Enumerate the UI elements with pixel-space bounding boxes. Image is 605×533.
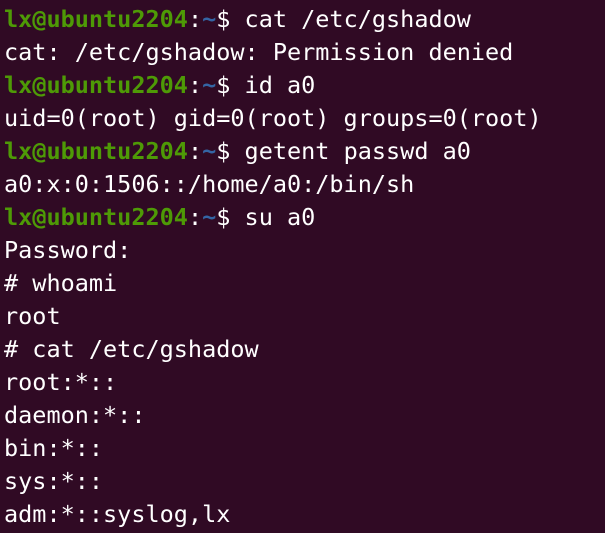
prompt-path: ~ [202, 5, 217, 33]
prompt-separator: : [187, 203, 203, 231]
prompt-line: lx@ubuntu2204:~$ cat /etc/gshadow [4, 3, 605, 36]
output-line: # cat /etc/gshadow [4, 335, 259, 363]
output-line: root [4, 302, 61, 330]
command-text: getent passwd a0 [244, 137, 471, 165]
command-text: su a0 [244, 203, 316, 231]
output-line: root:*:: [4, 368, 118, 396]
prompt-path: ~ [202, 71, 217, 99]
prompt-symbol: $ [216, 5, 245, 33]
prompt-symbol: $ [216, 71, 245, 99]
prompt-separator: : [187, 137, 203, 165]
prompt-user-host: lx@ubuntu2204 [4, 203, 188, 231]
prompt-line: lx@ubuntu2204:~$ id a0 [4, 69, 605, 102]
prompt-path: ~ [202, 203, 217, 231]
output-line: Password: [4, 236, 132, 264]
command-text: id a0 [244, 71, 316, 99]
command-text: cat /etc/gshadow [244, 5, 471, 33]
prompt-separator: : [187, 71, 203, 99]
prompt-user-host: lx@ubuntu2204 [4, 71, 188, 99]
prompt-user-host: lx@ubuntu2204 [4, 137, 188, 165]
output-line: uid=0(root) gid=0(root) groups=0(root) [4, 104, 542, 132]
terminal-window[interactable]: lx@ubuntu2204:~$ cat /etc/gshadow cat: /… [0, 0, 605, 533]
output-line: cat: /etc/gshadow: Permission denied [4, 38, 514, 66]
prompt-symbol: $ [216, 137, 245, 165]
prompt-line: lx@ubuntu2204:~$ su a0 [4, 201, 605, 234]
output-line: a0:x:0:1506::/home/a0:/bin/sh [4, 170, 415, 198]
prompt-user-host: lx@ubuntu2204 [4, 5, 188, 33]
prompt-line: lx@ubuntu2204:~$ getent passwd a0 [4, 135, 605, 168]
prompt-symbol: $ [216, 203, 245, 231]
prompt-separator: : [187, 5, 203, 33]
output-line: bin:*:: [4, 434, 104, 462]
output-line: sys:*:: [4, 467, 104, 495]
output-line: daemon:*:: [4, 401, 146, 429]
prompt-path: ~ [202, 137, 217, 165]
output-line: # whoami [4, 269, 118, 297]
output-line: adm:*::syslog,lx [4, 500, 231, 528]
